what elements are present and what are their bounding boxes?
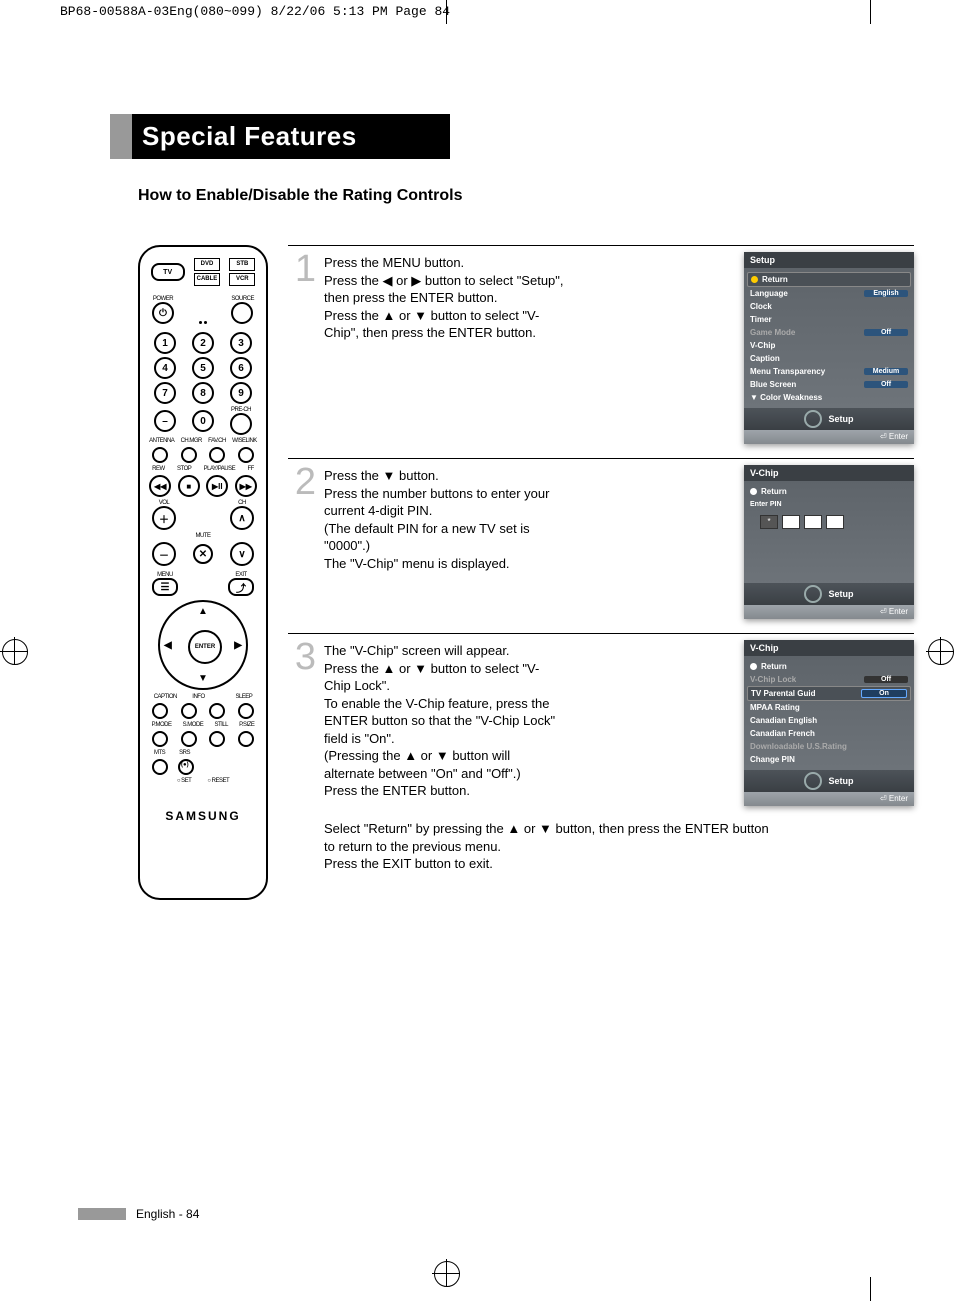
- step-number: 1: [288, 252, 316, 286]
- print-header: BP68-00588A-03Eng(080~099) 8/22/06 5:13 …: [0, 0, 954, 19]
- osd-vchip-pin: V-Chip Return Enter PIN * Setup ⏎ Enter: [744, 465, 914, 619]
- crop-mark: [870, 0, 871, 24]
- section-title-bar: Special Features: [110, 114, 450, 159]
- osd-setup-menu: Setup Return LanguageEnglish Clock Timer…: [744, 252, 914, 444]
- step-text: Press the ▼ button. Press the number but…: [324, 465, 564, 572]
- section-title: Special Features: [132, 114, 450, 159]
- page-footer: English - 84: [138, 1207, 199, 1221]
- crop-mark: [446, 0, 447, 24]
- registration-mark: [0, 651, 28, 679]
- step-text: The "V-Chip" screen will appear. Press t…: [324, 640, 564, 800]
- remote-control-illustration: TV DVD CABLE STB VCR POWER⏻ SOURCE 123 4…: [138, 245, 268, 900]
- crop-mark: [870, 1277, 871, 1301]
- osd-vchip-menu: V-Chip Return V-Chip LockOff TV Parental…: [744, 640, 914, 806]
- registration-mark: [926, 651, 954, 679]
- step-text: Press the MENU button. Press the ◀ or ▶ …: [324, 252, 564, 342]
- section-subtitle: How to Enable/Disable the Rating Control…: [138, 187, 954, 205]
- step-extra-text: Select "Return" by pressing the ▲ or ▼ b…: [324, 820, 774, 873]
- registration-mark: [432, 1273, 460, 1301]
- step-number: 2: [288, 465, 316, 499]
- step-number: 3: [288, 640, 316, 674]
